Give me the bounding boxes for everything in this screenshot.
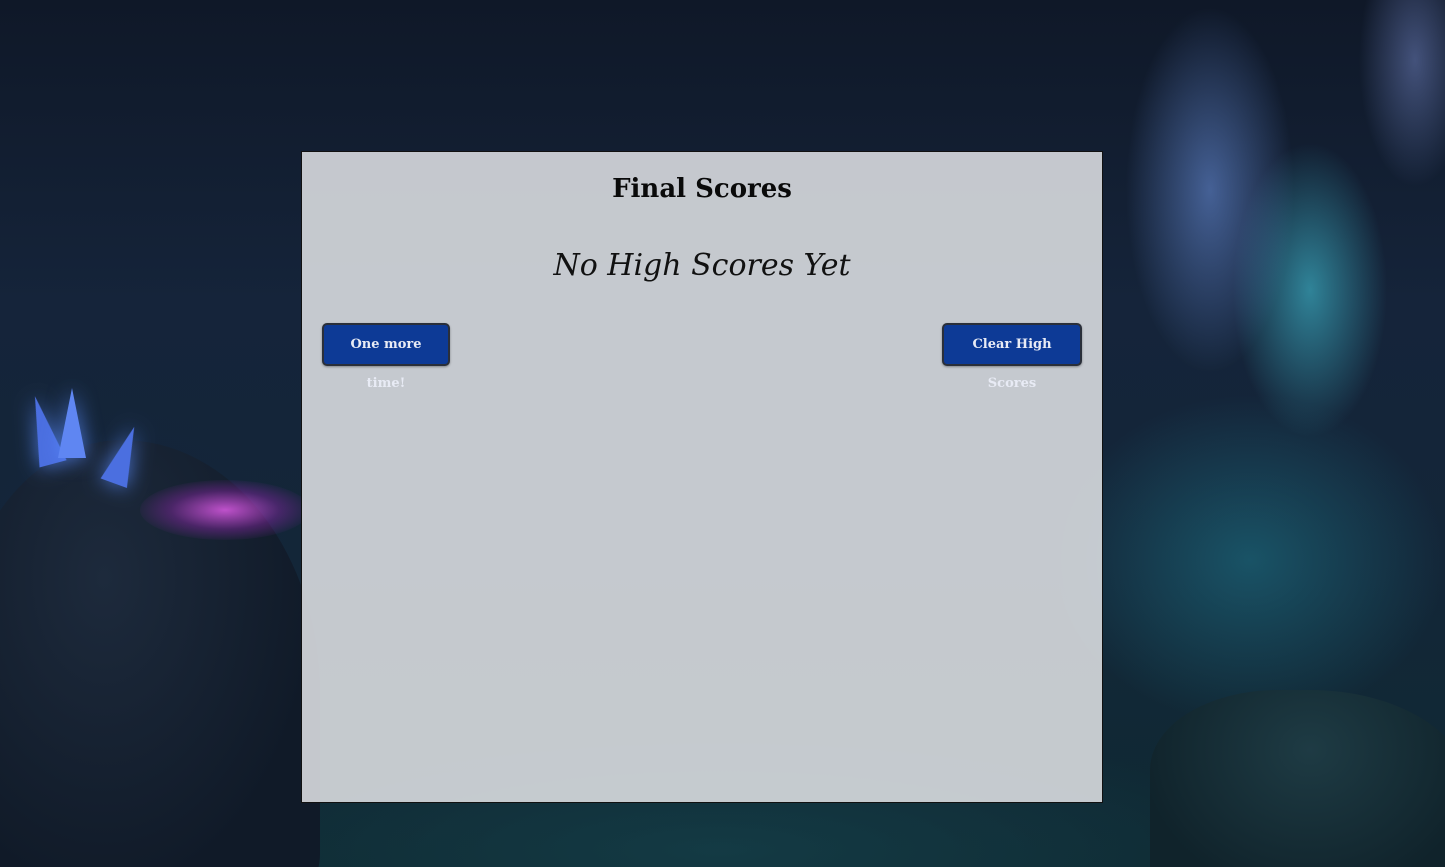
background-rock-right: [1150, 690, 1445, 867]
crystal-decoration: [58, 388, 86, 458]
panel-title: Final Scores: [612, 174, 792, 204]
no-scores-message: No High Scores Yet: [553, 248, 851, 283]
play-again-button[interactable]: One more time!: [322, 323, 450, 391]
pink-crystal-glow: [140, 480, 310, 540]
game-background: Final Scores No High Scores Yet One more…: [0, 0, 1445, 867]
final-scores-panel: Final Scores No High Scores Yet One more…: [301, 151, 1103, 803]
clear-high-scores-button[interactable]: Clear High Scores: [942, 323, 1082, 391]
